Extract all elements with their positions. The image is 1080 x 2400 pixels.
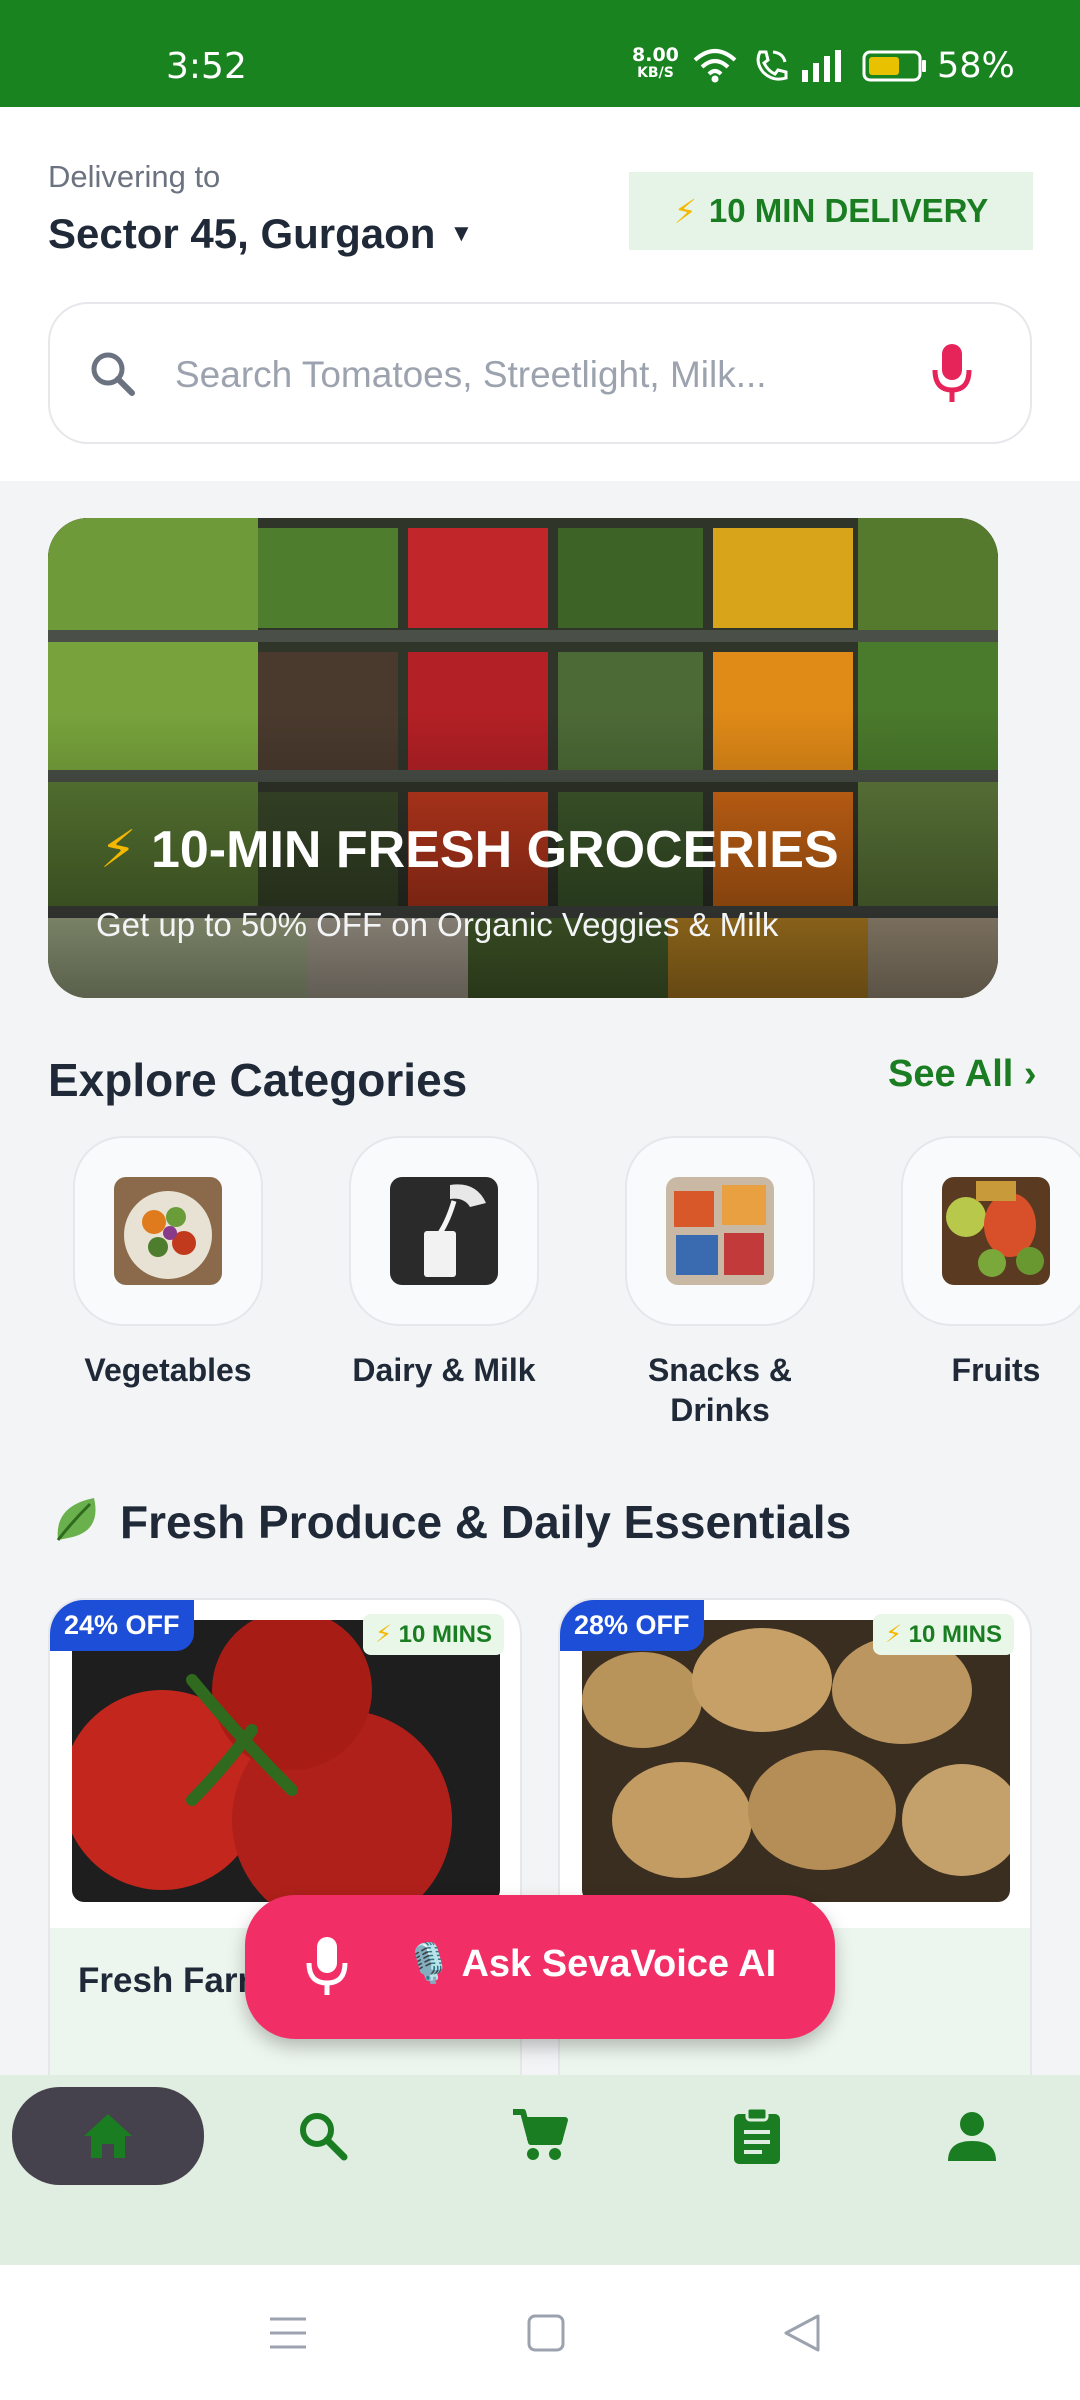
- lightning-icon: ⚡: [673, 192, 697, 230]
- search-input[interactable]: Search Tomatoes, Streetlight, Milk...: [175, 354, 767, 396]
- battery-percent: 58%: [937, 46, 1015, 86]
- delivering-to-label: Delivering to: [48, 159, 221, 194]
- category-snacks-drinks[interactable]: Snacks & Drinks: [625, 1136, 815, 1430]
- eta-badge: ⚡ 10 MINS: [363, 1614, 504, 1655]
- category-tile: [901, 1136, 1080, 1326]
- profile-icon: [948, 2112, 996, 2161]
- network-speed-unit: KB/S: [637, 65, 674, 81]
- category-tile: [349, 1136, 539, 1326]
- home-button-icon[interactable]: [526, 2313, 566, 2353]
- promo-banner[interactable]: ⚡ 10-MIN FRESH GROCERIES Get up to 50% O…: [48, 518, 998, 998]
- see-all-link[interactable]: See All ›: [888, 1053, 1037, 1096]
- orders-icon: [734, 2106, 780, 2164]
- lightning-icon: ⚡: [100, 821, 137, 879]
- vegetables-thumbnail: [114, 1177, 222, 1285]
- banner-subtitle: Get up to 50% OFF on Organic Veggies & M…: [96, 906, 779, 943]
- location-selector[interactable]: Sector 45, Gurgaon ▼: [48, 210, 473, 258]
- chevron-down-icon: ▼: [449, 220, 474, 247]
- category-label: Snacks & Drinks: [647, 1352, 793, 1428]
- product-card[interactable]: 28% OFF ⚡ 10 MINS Potatoes: [558, 1598, 1032, 2118]
- category-label: Vegetables: [84, 1352, 252, 1388]
- products-title: Fresh Produce & Daily Essentials: [120, 1496, 852, 1548]
- status-time: 3:52: [166, 46, 247, 87]
- eta-badge: ⚡ 10 MINS: [873, 1614, 1014, 1655]
- signal-icon: [802, 50, 841, 82]
- wifi-call-icon: [756, 50, 788, 81]
- wifi-icon: [693, 49, 737, 83]
- lightning-icon: ⚡: [885, 1621, 902, 1648]
- search-icon: [91, 352, 135, 396]
- delivery-time-badge: ⚡ 10 MIN DELIVERY: [629, 172, 1033, 250]
- category-label: Fruits: [951, 1352, 1041, 1388]
- category-tile: [625, 1136, 815, 1326]
- category-vegetables[interactable]: Vegetables: [73, 1136, 263, 1390]
- fruits-thumbnail: [942, 1177, 1050, 1285]
- banner-title: ⚡ 10-MIN FRESH GROCERIES: [100, 820, 839, 880]
- category-tile: [73, 1136, 263, 1326]
- bottom-nav: [0, 2075, 1080, 2265]
- mic-icon[interactable]: [932, 342, 972, 406]
- search-bar[interactable]: Search Tomatoes, Streetlight, Milk...: [48, 302, 1032, 444]
- lightning-icon: ⚡: [375, 1621, 392, 1648]
- search-icon: [300, 2113, 348, 2161]
- eta-text: 10 MINS: [908, 1621, 1002, 1648]
- battery-icon: [862, 50, 926, 82]
- leaf-icon: [56, 1498, 96, 1541]
- nav-profile[interactable]: [922, 2087, 1022, 2185]
- home-icon: [84, 2114, 132, 2158]
- eta-text: 10 MINS: [398, 1621, 492, 1648]
- tomatoes-image: [72, 1620, 500, 1902]
- ask-voice-ai-button[interactable]: 🎙️ Ask SevaVoice AI: [245, 1895, 835, 2039]
- cart-icon: [513, 2109, 568, 2160]
- network-speed-value: 8.00: [632, 44, 679, 66]
- delivery-badge-label: 10 MIN DELIVERY: [708, 192, 989, 229]
- nav-home[interactable]: [12, 2087, 204, 2185]
- category-dairy-milk[interactable]: Dairy & Milk: [349, 1136, 539, 1390]
- product-card[interactable]: 24% OFF ⚡ 10 MINS Fresh Farm Tomatoes: [48, 1598, 522, 2118]
- status-bar: 3:52 8.00 KB/S 58%: [0, 0, 1080, 107]
- menu-icon[interactable]: [268, 2313, 308, 2353]
- app-header: Delivering to Sector 45, Gurgaon ▼ ⚡ 10 …: [0, 107, 1080, 481]
- banner-title-text: 10-MIN FRESH GROCERIES: [150, 821, 839, 879]
- potatoes-image: [582, 1620, 1010, 1902]
- location-text: Sector 45, Gurgaon: [48, 210, 436, 257]
- dairy-milk-thumbnail: [390, 1177, 498, 1285]
- network-speed: 8.00 KB/S: [632, 44, 679, 82]
- category-fruits[interactable]: Fruits: [901, 1136, 1080, 1390]
- nav-cart[interactable]: [490, 2087, 590, 2185]
- back-icon[interactable]: [782, 2313, 822, 2353]
- snacks-drinks-thumbnail: [666, 1177, 774, 1285]
- discount-badge: 24% OFF: [50, 1600, 194, 1651]
- nav-orders[interactable]: [707, 2087, 807, 2185]
- mic-icon: [306, 1937, 348, 1995]
- ask-voice-label: 🎙️ Ask SevaVoice AI: [405, 1943, 777, 1985]
- system-nav-bar: [0, 2265, 1080, 2400]
- nav-search[interactable]: [273, 2087, 373, 2185]
- category-label: Dairy & Milk: [352, 1352, 536, 1388]
- discount-badge: 28% OFF: [560, 1600, 704, 1651]
- categories-title: Explore Categories: [48, 1054, 468, 1106]
